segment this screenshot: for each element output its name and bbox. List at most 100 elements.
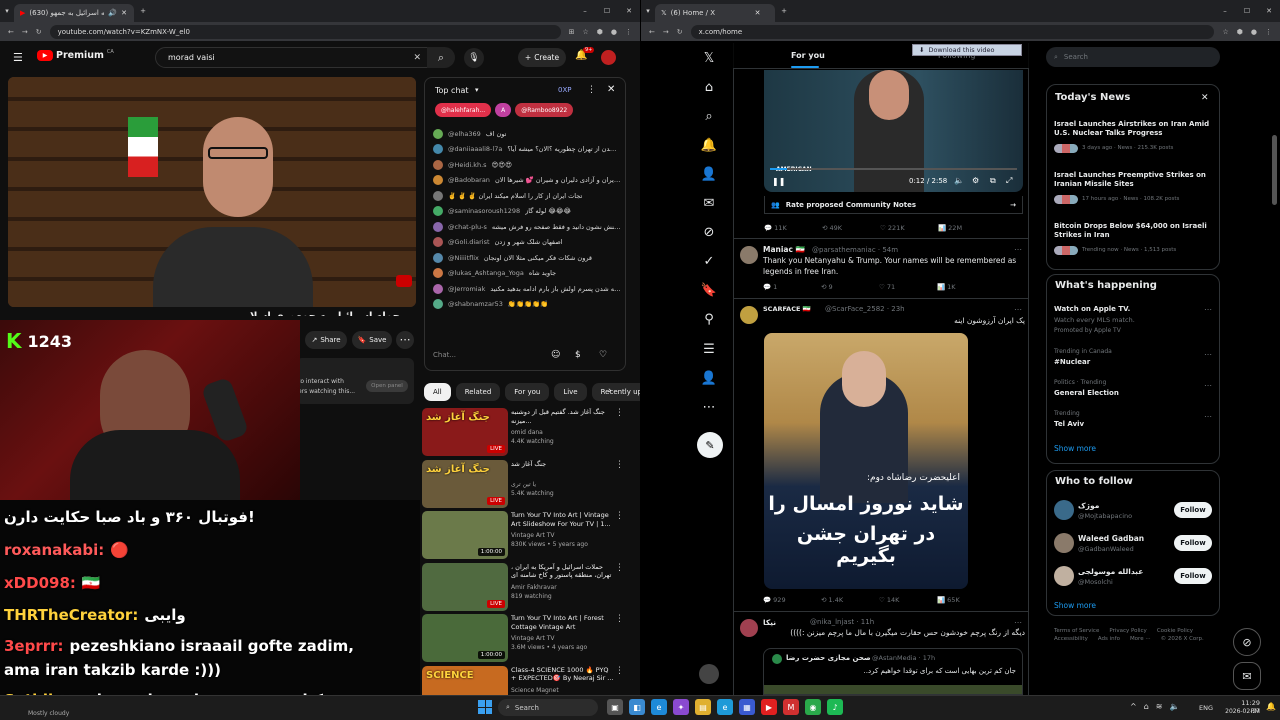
tray-chevron-icon[interactable]: ^: [1130, 702, 1137, 711]
download-video-button[interactable]: ⬇ Download this video: [912, 44, 1022, 56]
close-window-icon-x[interactable]: ✕: [1258, 7, 1280, 15]
nav-grok-icon[interactable]: ⊘: [697, 220, 721, 244]
show-more-follow[interactable]: Show more: [1054, 601, 1096, 610]
pinned-supporter-chip[interactable]: @Ramboo8922: [515, 103, 574, 117]
search-button[interactable]: ⌕: [427, 47, 455, 68]
tab-menu-icon[interactable]: ▾: [0, 7, 14, 15]
view-count[interactable]: 📊 1K: [937, 283, 995, 291]
nav-search-icon[interactable]: ⌕: [697, 104, 721, 128]
install-icon[interactable]: ⊞: [569, 28, 575, 36]
post-author-handle[interactable]: @parsathemaniac · 54m: [812, 246, 898, 254]
like-count[interactable]: ♡ 221K: [880, 224, 938, 232]
post-avatar[interactable]: [740, 246, 758, 264]
clock-date[interactable]: 2026-02-27: [1222, 708, 1260, 715]
follow-avatar[interactable]: [1054, 500, 1074, 520]
taskbar-app[interactable]: ▣: [607, 699, 623, 715]
footer-link[interactable]: Cookie Policy: [1157, 628, 1193, 634]
pause-icon[interactable]: ❚❚: [772, 177, 785, 186]
nav-profile-icon[interactable]: 👤: [697, 366, 721, 390]
tab-menu-icon-x[interactable]: ▾: [641, 7, 655, 15]
post-author-name[interactable]: نیکا: [763, 618, 776, 627]
taskbar-app[interactable]: ◧: [629, 699, 645, 715]
speaker-icon[interactable]: 🔈: [1169, 702, 1179, 711]
new-tab-icon-x[interactable]: +: [775, 7, 793, 15]
reload-icon-x[interactable]: ↻: [677, 28, 683, 36]
chat-author[interactable]: @shabnamzar53: [448, 300, 503, 308]
footer-link[interactable]: Ads info: [1098, 636, 1120, 642]
recommended-video[interactable]: جنگ آغاز شد LIVE جنگ آغاز شد. گفتیم قبل از…: [422, 408, 627, 458]
chat-author[interactable]: @Niiiitflix: [448, 254, 479, 262]
post-image[interactable]: اعلیحضرت رضاشاه دوم: شاید نوروز امسال را…: [764, 333, 968, 589]
recommended-video-title[interactable]: حملات اسرائیل و آمریکا به ایران ، تهران،…: [511, 563, 615, 581]
start-button[interactable]: [478, 700, 492, 714]
footer-link[interactable]: More ···: [1130, 636, 1151, 642]
recommended-video-title[interactable]: Turn Your TV Into Art | Forest Cottage V…: [511, 614, 615, 632]
like-count[interactable]: ♡ 14K: [879, 596, 937, 604]
recommended-channel-name[interactable]: Science Magnet: [511, 687, 559, 694]
recommended-channel-name[interactable]: Amir Fakhravar: [511, 584, 557, 591]
follow-name[interactable]: موژک: [1078, 501, 1099, 510]
nav-bookmarks-icon[interactable]: 🔖: [697, 278, 721, 302]
search-box[interactable]: morad vaisi ✕: [155, 47, 430, 68]
recommended-video-title[interactable]: جنگ آغاز شد: [511, 460, 615, 469]
chat-author[interactable]: @Jerromiak: [448, 285, 485, 293]
taskbar-app[interactable]: ▦: [739, 699, 755, 715]
post-button[interactable]: ✎: [697, 432, 723, 458]
view-count[interactable]: 📊 65K: [937, 596, 995, 604]
footer-link[interactable]: Accessibility: [1054, 636, 1088, 642]
taskbar-app[interactable]: ▤: [695, 699, 711, 715]
post-more-icon[interactable]: ⋯: [1014, 245, 1022, 254]
pinned-supporter-chip[interactable]: A: [495, 103, 512, 117]
clear-search-icon[interactable]: ✕: [413, 53, 421, 63]
minimize-icon[interactable]: –: [574, 7, 596, 15]
trend-title[interactable]: Tel Aviv: [1054, 420, 1084, 428]
back-icon[interactable]: ←: [8, 28, 14, 36]
messages-button[interactable]: ✉: [1233, 662, 1261, 690]
follow-avatar[interactable]: [1054, 533, 1074, 553]
news-headline[interactable]: Israel Launches Airstrikes on Iran Amid …: [1054, 120, 1214, 139]
follow-button[interactable]: Follow: [1174, 502, 1212, 518]
show-more-trends[interactable]: Show more: [1054, 444, 1096, 453]
taskbar-app[interactable]: ◉: [805, 699, 821, 715]
nav-x-logo-icon[interactable]: 𝕏: [697, 46, 721, 70]
url-field[interactable]: youtube.com/watch?v=KZmNX-W_el0: [49, 24, 561, 39]
trend-more-icon[interactable]: ⋯: [1204, 412, 1212, 421]
footer-link[interactable]: Privacy Policy: [1109, 628, 1146, 634]
close-chat-icon[interactable]: ✕: [607, 84, 615, 95]
chat-author[interactable]: @lukas_Ashtanga_Yoga: [448, 269, 524, 277]
chat-author[interactable]: @Badobaran: [448, 176, 490, 184]
x-search-box[interactable]: ⌕ Search: [1046, 47, 1220, 67]
recommended-video-title[interactable]: جنگ آغاز شد. گفتیم قبل از دوشنبه میزنه..…: [511, 408, 615, 426]
trend-more-icon[interactable]: ⋯: [1204, 350, 1212, 359]
open-panel-button[interactable]: Open panel: [366, 380, 408, 392]
post-more-icon[interactable]: ⋯: [1014, 305, 1022, 314]
create-button[interactable]: + Create: [518, 48, 566, 67]
save-button[interactable]: 🔖 Save: [352, 331, 392, 349]
recommended-channel-name[interactable]: یا تین تری: [511, 481, 536, 488]
reply-count[interactable]: 💬 1: [763, 283, 821, 291]
nav-home-icon[interactable]: ⌂: [697, 75, 721, 99]
bookmark-star-icon-x[interactable]: ☆: [1222, 28, 1228, 36]
profile-icon-x[interactable]: ●: [1251, 28, 1257, 36]
chat-input[interactable]: Chat...: [433, 351, 543, 359]
post-author-handle[interactable]: @nika_lnjast · 11h: [810, 618, 874, 626]
filter-chip-all[interactable]: All: [424, 383, 451, 401]
follow-name[interactable]: عبدالله موسولجی: [1078, 567, 1143, 576]
video-thumbnail[interactable]: 1:00:00: [422, 511, 508, 559]
bookmark-star-icon[interactable]: ☆: [582, 28, 588, 36]
extension-icon[interactable]: ⬢: [597, 28, 603, 36]
post-author-handle[interactable]: @ScarFace_2582 · 23h: [825, 305, 905, 313]
recommended-video[interactable]: SCIENCE Class-4 SCIENCE 1000 🔥 PYQ + EXPE…: [422, 665, 627, 695]
voice-search-button[interactable]: 🎙: [464, 48, 484, 68]
heart-icon[interactable]: ♡: [599, 350, 607, 360]
video-more-icon[interactable]: ⋮: [615, 460, 624, 470]
repost-count[interactable]: ⟲ 49K: [822, 224, 880, 232]
x-search-input[interactable]: Search: [1064, 53, 1088, 61]
recommended-channel-name[interactable]: omid dana: [511, 429, 543, 436]
post-video-player[interactable]: AMERICAN ❚❚ 0:12 / 2:58 🔈 ⚙ ⧉ ⤢: [764, 70, 1023, 192]
settings-gear-icon[interactable]: ⚙: [972, 176, 979, 185]
volume-icon[interactable]: 🔈: [954, 176, 964, 185]
recommended-video[interactable]: 1:00:00 Turn Your TV Into Art | Forest Co…: [422, 614, 627, 664]
video-more-icon[interactable]: ⋮: [615, 408, 624, 418]
taskbar-search[interactable]: ⌕ Search: [498, 699, 598, 716]
